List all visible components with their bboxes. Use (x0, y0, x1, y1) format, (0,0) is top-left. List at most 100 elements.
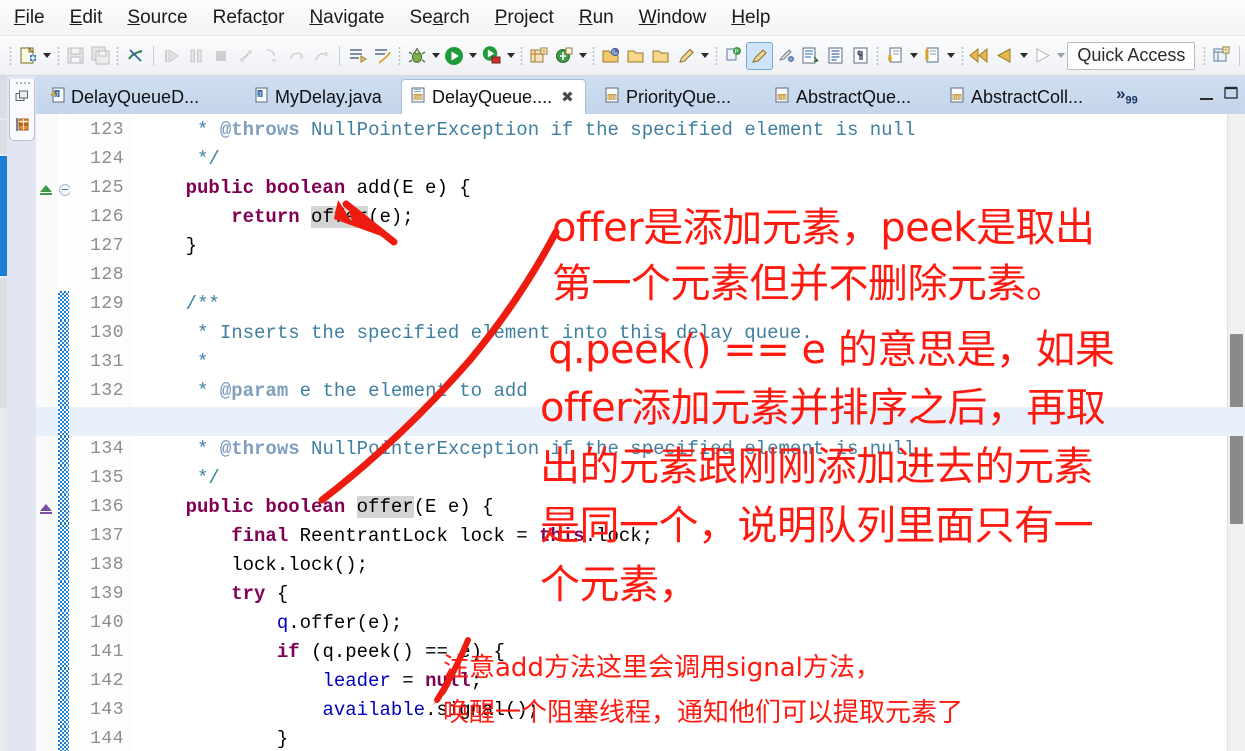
next-annotation-icon[interactable] (345, 43, 370, 69)
menu-edit[interactable]: Edit (70, 7, 103, 29)
code-editor[interactable]: 1231241251261271281291301311321331341351… (36, 114, 1245, 751)
code-line[interactable]: * (140, 351, 208, 373)
back-icon[interactable] (967, 43, 992, 69)
debug-icon[interactable] (404, 43, 429, 69)
pencil-icon[interactable] (674, 43, 699, 69)
code-line[interactable]: return offer(e); (140, 206, 414, 228)
open-folder-2-icon[interactable] (624, 43, 649, 69)
menu-window[interactable]: Window (639, 7, 707, 29)
svg-text:J: J (258, 92, 261, 98)
restore-view-icon[interactable] (15, 90, 29, 108)
previous-icon[interactable] (992, 43, 1017, 69)
new-java-class-icon[interactable] (552, 43, 577, 69)
pencil-dropdown-arrow[interactable] (699, 43, 712, 69)
forward-dropdown-arrow[interactable] (1055, 43, 1068, 69)
last-edit-location-icon[interactable] (370, 43, 395, 69)
run-dropdown-arrow[interactable] (467, 43, 480, 69)
editor-tab-delayqueue-active[interactable]: 010 DelayQueue.... ✖ (401, 79, 586, 114)
menu-refactor[interactable]: Refactor (213, 7, 285, 29)
view-stack-handle[interactable] (15, 81, 31, 85)
code-line[interactable]: } (140, 728, 288, 750)
run-icon[interactable] (442, 43, 467, 69)
code-line[interactable]: * @param e the element to add (140, 380, 528, 402)
code-line[interactable]: * Inserts the specified element into thi… (140, 322, 813, 344)
new-java-package-icon[interactable] (527, 43, 552, 69)
comment-range-indicator (58, 552, 69, 581)
toggle-mark-occurrences-icon[interactable] (123, 43, 148, 69)
toggle-block-selection-icon[interactable] (798, 43, 823, 69)
code-line[interactable]: lock.lock(); (140, 554, 368, 576)
paint-icon[interactable] (773, 43, 798, 69)
svg-text:010: 010 (953, 95, 962, 101)
debug-dropdown-arrow[interactable] (429, 43, 442, 69)
new-perspective-icon[interactable] (1209, 43, 1234, 69)
new-wizard-dropdown-arrow[interactable] (41, 43, 54, 69)
run-coverage-icon[interactable] (479, 43, 504, 69)
svn-icon[interactable]: P (721, 43, 746, 69)
new-class-dropdown-arrow[interactable] (576, 43, 589, 69)
download-icon[interactable] (883, 43, 908, 69)
code-line[interactable]: final ReentrantLock lock = this.lock; (140, 525, 653, 547)
menu-source[interactable]: Source (127, 7, 187, 29)
code-line[interactable]: */ (140, 467, 220, 489)
toolbar-drag-handle[interactable] (8, 44, 14, 67)
code-line[interactable]: available.signal(); (140, 699, 539, 721)
close-icon[interactable]: ✖ (561, 88, 574, 106)
code-line[interactable]: */ (140, 148, 220, 170)
back-dropdown-arrow[interactable] (1017, 43, 1030, 69)
line-number: 137 (90, 526, 124, 546)
menu-navigate[interactable]: Navigate (309, 7, 384, 29)
upload-icon[interactable] (920, 43, 945, 69)
maximize-icon[interactable] (1224, 85, 1239, 105)
code-line[interactable]: /** (140, 293, 220, 315)
pilcrow-icon[interactable] (848, 43, 873, 69)
save-all-icon[interactable] (88, 43, 113, 69)
new-wizard-icon[interactable] (16, 43, 41, 69)
code-line[interactable]: leader = null; (140, 670, 482, 692)
editor-tab-delayqueued[interactable]: J DelayQueueD... (42, 80, 207, 114)
minimize-icon[interactable] (1200, 98, 1213, 100)
forward-icon[interactable] (1030, 43, 1055, 69)
code-line[interactable]: * @throws NullPointerException if the sp… (140, 119, 915, 141)
suspend-icon[interactable] (184, 43, 209, 69)
code-line[interactable]: public boolean offer(E e) { (140, 496, 493, 518)
code-line[interactable]: try { (140, 583, 288, 605)
download-dropdown-arrow[interactable] (908, 43, 921, 69)
comment-range-indicator (58, 320, 69, 349)
step-over-icon[interactable] (284, 43, 309, 69)
code-line[interactable]: } (140, 235, 197, 257)
coverage-dropdown-arrow[interactable] (504, 43, 517, 69)
disconnect-icon[interactable] (234, 43, 259, 69)
save-icon[interactable] (63, 43, 88, 69)
editor-tab-abstractcollection[interactable]: 010 AbstractColl... (941, 80, 1091, 114)
menu-run[interactable]: Run (579, 7, 614, 29)
tabs-overflow-chevron[interactable]: »99 (1116, 84, 1138, 106)
editor-tab-abstractqueue[interactable]: 010 AbstractQue... (766, 80, 919, 114)
show-whitespace-icon[interactable] (823, 43, 848, 69)
open-folder-icon[interactable] (599, 43, 624, 69)
menu-project[interactable]: Project (495, 7, 554, 29)
minimized-view-stack[interactable] (9, 79, 35, 141)
code-line[interactable]: public boolean add(E e) { (140, 177, 471, 199)
left-fastview-bar (0, 76, 36, 751)
code-line[interactable]: q.offer(e); (140, 612, 402, 634)
line-number: 142 (90, 671, 124, 691)
package-explorer-icon[interactable] (15, 117, 30, 137)
step-return-icon[interactable] (309, 43, 334, 69)
highlight-icon[interactable] (745, 41, 773, 70)
resume-icon[interactable] (159, 43, 184, 69)
editor-tab-mydelay[interactable]: J MyDelay.java (246, 80, 390, 114)
menu-file[interactable]: File (14, 7, 45, 29)
open-folder-3-icon[interactable] (649, 43, 674, 69)
menu-search[interactable]: Search (409, 7, 469, 29)
line-number: 124 (90, 149, 124, 169)
step-into-icon[interactable] (259, 43, 284, 69)
code-line[interactable]: if (q.peek() == e) { (140, 641, 505, 663)
terminate-icon[interactable] (209, 43, 234, 69)
comment-range-indicator (58, 610, 69, 639)
upload-dropdown-arrow[interactable] (945, 43, 958, 69)
quick-access-input[interactable]: Quick Access (1067, 41, 1196, 70)
editor-tab-priorityqueue[interactable]: 010 PriorityQue... (596, 80, 739, 114)
menu-help[interactable]: Help (731, 7, 770, 29)
code-line[interactable]: * @throws NullPointerException if the sp… (140, 438, 915, 460)
